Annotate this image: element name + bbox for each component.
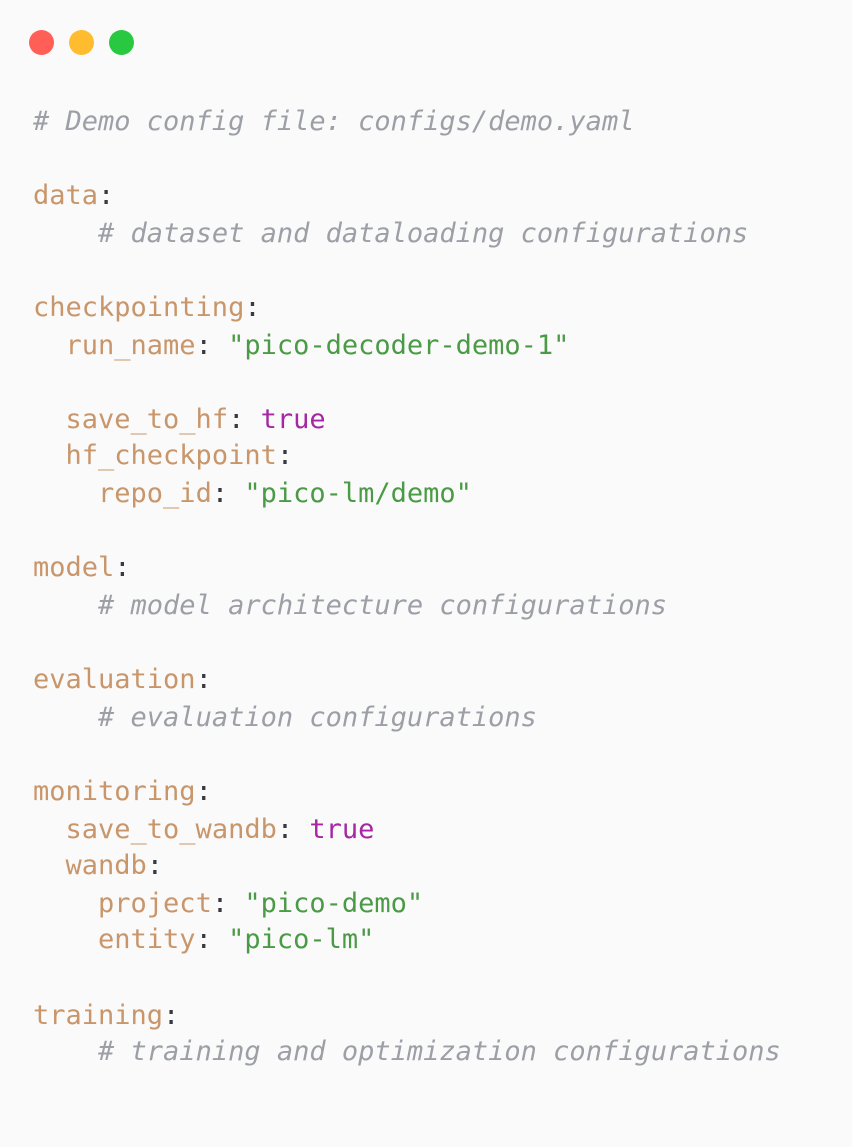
colon: : xyxy=(195,664,212,695)
code-line: # training and optimization configuratio… xyxy=(33,1034,781,1070)
colon: : xyxy=(146,850,164,881)
run-name-key: run_name xyxy=(65,330,196,361)
colon: : xyxy=(211,478,245,509)
code-line: # dataset and dataloading configurations xyxy=(33,216,748,252)
colon: : xyxy=(195,330,229,361)
evaluation-comment: # evaluation configurations xyxy=(98,702,537,733)
wandb-key: wandb xyxy=(65,850,147,881)
save-to-hf-key: save_to_hf xyxy=(65,404,229,435)
colon: : xyxy=(244,292,261,323)
save-to-hf-value: true xyxy=(260,404,326,435)
run-name-value: "pico-decoder-demo-1" xyxy=(228,330,570,361)
save-to-wandb-value: true xyxy=(309,814,375,845)
code-line: monitoring: xyxy=(33,774,212,810)
save-to-wandb-key: save_to_wandb xyxy=(65,814,277,845)
training-comment: # training and optimization configuratio… xyxy=(98,1036,781,1067)
checkpointing-key: checkpointing xyxy=(33,292,245,323)
data-comment: # dataset and dataloading configurations xyxy=(98,218,749,249)
colon: : xyxy=(114,552,131,583)
code-line: repo_id: "pico-lm/demo" xyxy=(33,476,472,512)
colon: : xyxy=(195,924,229,955)
code-line: save_to_hf: true xyxy=(33,402,326,438)
header-comment: # Demo config file: configs/demo.yaml xyxy=(33,106,635,137)
code-line: evaluation: xyxy=(33,662,212,698)
colon: : xyxy=(228,404,261,435)
code-line: wandb: xyxy=(33,848,164,884)
data-key: data xyxy=(33,180,99,211)
repo-id-value: "pico-lm/demo" xyxy=(244,478,472,509)
hf-checkpoint-key: hf_checkpoint xyxy=(65,440,277,471)
code-line: data: xyxy=(33,178,114,214)
colon: : xyxy=(211,888,245,919)
evaluation-key: evaluation xyxy=(33,664,196,695)
project-value: "pico-demo" xyxy=(244,888,424,919)
code-line: entity: "pico-lm" xyxy=(33,922,374,958)
colon: : xyxy=(195,776,212,807)
code-line: checkpointing: xyxy=(33,290,261,326)
code-window: # Demo config file: configs/demo.yaml da… xyxy=(0,0,852,1116)
code-line: model: xyxy=(33,550,131,586)
model-key: model xyxy=(33,552,115,583)
entity-value: "pico-lm" xyxy=(228,924,375,955)
entity-key: entity xyxy=(98,924,196,955)
monitoring-key: monitoring xyxy=(33,776,196,807)
code-line: project: "pico-demo" xyxy=(33,886,423,922)
colon: : xyxy=(276,440,294,471)
code-line: run_name: "pico-decoder-demo-1" xyxy=(33,328,570,364)
code-line: hf_checkpoint: xyxy=(33,438,294,474)
code-line: # model architecture configurations xyxy=(33,588,667,624)
code-block: # Demo config file: configs/demo.yaml da… xyxy=(33,0,833,1147)
project-key: project xyxy=(98,888,212,919)
colon: : xyxy=(163,1000,180,1031)
training-key: training xyxy=(33,1000,164,1031)
colon: : xyxy=(98,180,115,211)
code-line: training: xyxy=(33,998,179,1034)
colon: : xyxy=(276,814,310,845)
model-comment: # model architecture configurations xyxy=(98,590,667,621)
code-line: # evaluation configurations xyxy=(33,700,537,736)
repo-id-key: repo_id xyxy=(98,478,212,509)
code-line: save_to_wandb: true xyxy=(33,812,375,848)
code-line: # Demo config file: configs/demo.yaml xyxy=(33,104,634,140)
